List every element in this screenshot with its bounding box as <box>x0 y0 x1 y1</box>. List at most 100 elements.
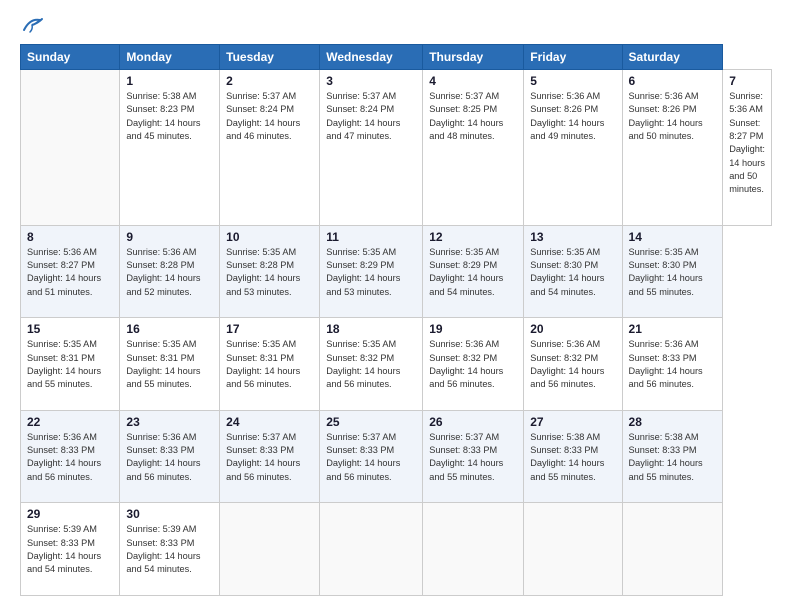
day-info: Sunrise: 5:36 AM Sunset: 8:28 PM Dayligh… <box>126 246 213 299</box>
day-cell <box>622 503 723 596</box>
day-number: 19 <box>429 322 517 336</box>
day-cell: 9 Sunrise: 5:36 AM Sunset: 8:28 PM Daylig… <box>120 225 220 318</box>
day-number: 29 <box>27 507 113 521</box>
day-info: Sunrise: 5:36 AM Sunset: 8:33 PM Dayligh… <box>27 431 113 484</box>
day-number: 7 <box>729 74 765 88</box>
day-number: 28 <box>629 415 717 429</box>
day-number: 8 <box>27 230 113 244</box>
day-cell <box>21 70 120 226</box>
day-info: Sunrise: 5:36 AM Sunset: 8:27 PM Dayligh… <box>729 90 765 197</box>
day-number: 12 <box>429 230 517 244</box>
day-info: Sunrise: 5:35 AM Sunset: 8:31 PM Dayligh… <box>126 338 213 391</box>
day-number: 2 <box>226 74 313 88</box>
day-info: Sunrise: 5:37 AM Sunset: 8:33 PM Dayligh… <box>326 431 416 484</box>
day-cell: 28 Sunrise: 5:38 AM Sunset: 8:33 PM Dayli… <box>622 410 723 503</box>
day-cell: 17 Sunrise: 5:35 AM Sunset: 8:31 PM Dayli… <box>220 318 320 411</box>
week-row-0: 1 Sunrise: 5:38 AM Sunset: 8:23 PM Daylig… <box>21 70 772 226</box>
week-row-4: 29 Sunrise: 5:39 AM Sunset: 8:33 PM Dayli… <box>21 503 772 596</box>
day-info: Sunrise: 5:36 AM Sunset: 8:33 PM Dayligh… <box>126 431 213 484</box>
day-info: Sunrise: 5:35 AM Sunset: 8:30 PM Dayligh… <box>629 246 717 299</box>
day-number: 23 <box>126 415 213 429</box>
day-info: Sunrise: 5:35 AM Sunset: 8:31 PM Dayligh… <box>27 338 113 391</box>
day-number: 26 <box>429 415 517 429</box>
day-cell: 14Sunrise: 5:35 AM Sunset: 8:30 PM Dayli… <box>622 225 723 318</box>
header-day-friday: Friday <box>524 45 622 70</box>
day-cell: 3 Sunrise: 5:37 AM Sunset: 8:24 PM Daylig… <box>320 70 423 226</box>
day-cell: 1 Sunrise: 5:38 AM Sunset: 8:23 PM Daylig… <box>120 70 220 226</box>
day-number: 17 <box>226 322 313 336</box>
day-number: 16 <box>126 322 213 336</box>
day-cell: 23 Sunrise: 5:36 AM Sunset: 8:33 PM Dayli… <box>120 410 220 503</box>
day-cell <box>423 503 524 596</box>
day-cell: 11 Sunrise: 5:35 AM Sunset: 8:29 PM Dayli… <box>320 225 423 318</box>
calendar-table: SundayMondayTuesdayWednesdayThursdayFrid… <box>20 44 772 596</box>
day-cell: 25 Sunrise: 5:37 AM Sunset: 8:33 PM Dayli… <box>320 410 423 503</box>
page: SundayMondayTuesdayWednesdayThursdayFrid… <box>0 0 792 612</box>
day-cell <box>320 503 423 596</box>
day-cell: 30Sunrise: 5:39 AM Sunset: 8:33 PM Dayli… <box>120 503 220 596</box>
day-number: 13 <box>530 230 615 244</box>
day-cell: 18 Sunrise: 5:35 AM Sunset: 8:32 PM Dayli… <box>320 318 423 411</box>
day-cell: 7 Sunrise: 5:36 AM Sunset: 8:27 PM Daylig… <box>723 70 772 226</box>
day-number: 24 <box>226 415 313 429</box>
day-info: Sunrise: 5:36 AM Sunset: 8:26 PM Dayligh… <box>629 90 717 143</box>
day-cell: 22Sunrise: 5:36 AM Sunset: 8:33 PM Dayli… <box>21 410 120 503</box>
day-info: Sunrise: 5:39 AM Sunset: 8:33 PM Dayligh… <box>27 523 113 576</box>
day-cell: 27Sunrise: 5:38 AM Sunset: 8:33 PM Dayli… <box>524 410 622 503</box>
day-info: Sunrise: 5:38 AM Sunset: 8:33 PM Dayligh… <box>629 431 717 484</box>
day-number: 11 <box>326 230 416 244</box>
day-cell: 10 Sunrise: 5:35 AM Sunset: 8:28 PM Dayli… <box>220 225 320 318</box>
header <box>20 16 772 34</box>
day-cell: 5 Sunrise: 5:36 AM Sunset: 8:26 PM Daylig… <box>524 70 622 226</box>
day-info: Sunrise: 5:37 AM Sunset: 8:25 PM Dayligh… <box>429 90 517 143</box>
day-info: Sunrise: 5:38 AM Sunset: 8:23 PM Dayligh… <box>126 90 213 143</box>
header-day-wednesday: Wednesday <box>320 45 423 70</box>
day-info: Sunrise: 5:36 AM Sunset: 8:33 PM Dayligh… <box>629 338 717 391</box>
day-number: 10 <box>226 230 313 244</box>
day-number: 5 <box>530 74 615 88</box>
header-day-saturday: Saturday <box>622 45 723 70</box>
day-info: Sunrise: 5:36 AM Sunset: 8:26 PM Dayligh… <box>530 90 615 143</box>
day-cell: 4Sunrise: 5:37 AM Sunset: 8:25 PM Daylig… <box>423 70 524 226</box>
day-cell: 2 Sunrise: 5:37 AM Sunset: 8:24 PM Daylig… <box>220 70 320 226</box>
day-number: 30 <box>126 507 213 521</box>
header-day-tuesday: Tuesday <box>220 45 320 70</box>
day-info: Sunrise: 5:35 AM Sunset: 8:30 PM Dayligh… <box>530 246 615 299</box>
day-number: 21 <box>629 322 717 336</box>
day-number: 3 <box>326 74 416 88</box>
day-info: Sunrise: 5:35 AM Sunset: 8:32 PM Dayligh… <box>326 338 416 391</box>
day-cell: 15 Sunrise: 5:35 AM Sunset: 8:31 PM Dayli… <box>21 318 120 411</box>
logo-bird-icon <box>22 16 44 34</box>
day-cell: 13 Sunrise: 5:35 AM Sunset: 8:30 PM Dayli… <box>524 225 622 318</box>
day-info: Sunrise: 5:35 AM Sunset: 8:31 PM Dayligh… <box>226 338 313 391</box>
day-number: 9 <box>126 230 213 244</box>
day-cell: 12 Sunrise: 5:35 AM Sunset: 8:29 PM Dayli… <box>423 225 524 318</box>
day-number: 1 <box>126 74 213 88</box>
day-cell: 24Sunrise: 5:37 AM Sunset: 8:33 PM Dayli… <box>220 410 320 503</box>
day-number: 25 <box>326 415 416 429</box>
day-info: Sunrise: 5:35 AM Sunset: 8:29 PM Dayligh… <box>429 246 517 299</box>
header-row: SundayMondayTuesdayWednesdayThursdayFrid… <box>21 45 772 70</box>
week-row-1: 8Sunrise: 5:36 AM Sunset: 8:27 PM Daylig… <box>21 225 772 318</box>
day-info: Sunrise: 5:35 AM Sunset: 8:28 PM Dayligh… <box>226 246 313 299</box>
header-day-thursday: Thursday <box>423 45 524 70</box>
day-cell: 20 Sunrise: 5:36 AM Sunset: 8:32 PM Dayli… <box>524 318 622 411</box>
day-cell: 29 Sunrise: 5:39 AM Sunset: 8:33 PM Dayli… <box>21 503 120 596</box>
day-info: Sunrise: 5:37 AM Sunset: 8:24 PM Dayligh… <box>326 90 416 143</box>
day-info: Sunrise: 5:37 AM Sunset: 8:24 PM Dayligh… <box>226 90 313 143</box>
day-cell <box>524 503 622 596</box>
day-info: Sunrise: 5:37 AM Sunset: 8:33 PM Dayligh… <box>429 431 517 484</box>
day-cell: 8Sunrise: 5:36 AM Sunset: 8:27 PM Daylig… <box>21 225 120 318</box>
week-row-2: 15 Sunrise: 5:35 AM Sunset: 8:31 PM Dayli… <box>21 318 772 411</box>
day-cell: 16 Sunrise: 5:35 AM Sunset: 8:31 PM Dayli… <box>120 318 220 411</box>
day-info: Sunrise: 5:36 AM Sunset: 8:32 PM Dayligh… <box>530 338 615 391</box>
day-cell: 6Sunrise: 5:36 AM Sunset: 8:26 PM Daylig… <box>622 70 723 226</box>
day-number: 27 <box>530 415 615 429</box>
day-info: Sunrise: 5:35 AM Sunset: 8:29 PM Dayligh… <box>326 246 416 299</box>
day-cell: 26 Sunrise: 5:37 AM Sunset: 8:33 PM Dayli… <box>423 410 524 503</box>
day-cell <box>220 503 320 596</box>
day-number: 20 <box>530 322 615 336</box>
day-number: 18 <box>326 322 416 336</box>
day-number: 15 <box>27 322 113 336</box>
day-cell: 21 Sunrise: 5:36 AM Sunset: 8:33 PM Dayli… <box>622 318 723 411</box>
